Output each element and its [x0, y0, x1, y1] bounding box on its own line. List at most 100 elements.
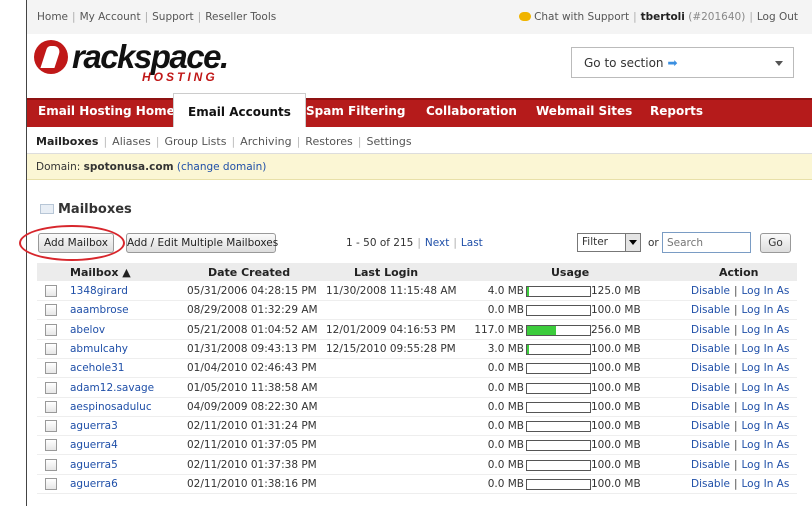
disable-link[interactable]: Disable [691, 304, 730, 316]
go-to-section-select[interactable]: Go to section ➡ [571, 47, 794, 78]
usage-total: 125.0 MB [591, 285, 641, 297]
disable-link[interactable]: Disable [691, 439, 730, 451]
log-in-as-link[interactable]: Log In As [742, 304, 790, 316]
row-checkbox[interactable] [45, 478, 57, 490]
tab-spam-filtering[interactable]: Spam Filtering [306, 104, 405, 118]
col-mailbox-sort[interactable]: Mailbox ▲ [70, 266, 131, 279]
usage-used: 0.0 MB [487, 304, 524, 317]
disable-link[interactable]: Disable [691, 459, 730, 471]
tab-reports[interactable]: Reports [650, 104, 703, 118]
row-checkbox[interactable] [45, 285, 57, 297]
my-account-link[interactable]: My Account [80, 11, 141, 23]
account-id: (#201640) [688, 11, 746, 23]
log-in-as-link[interactable]: Log In As [742, 420, 790, 432]
filter-select[interactable]: Filter [577, 233, 641, 252]
col-action: Action [719, 266, 759, 279]
add-edit-multiple-mailboxes-button[interactable]: Add / Edit Multiple Mailboxes [126, 233, 278, 253]
col-last-login: Last Login [354, 266, 419, 279]
disable-link[interactable]: Disable [691, 420, 730, 432]
domain-bar: Domain: spotonusa.com (change domain) [27, 154, 812, 180]
tab-collaboration[interactable]: Collaboration [426, 104, 517, 118]
logo-subtitle: HOSTING [142, 70, 218, 84]
disable-link[interactable]: Disable [691, 382, 730, 394]
tab-email-hosting-home[interactable]: Email Hosting Home [38, 104, 175, 118]
log-in-as-link[interactable]: Log In As [742, 439, 790, 451]
log-in-as-link[interactable]: Log In As [742, 343, 790, 355]
subnav-settings[interactable]: Settings [367, 135, 412, 148]
date-created: 01/31/2008 09:43:13 PM [187, 342, 317, 355]
row-checkbox[interactable] [45, 458, 57, 471]
page-title: Mailboxes [58, 202, 132, 217]
usage-bar [526, 459, 591, 471]
reseller-tools-link[interactable]: Reseller Tools [205, 11, 276, 23]
disable-link[interactable]: Disable [691, 324, 730, 336]
rackspace-logo[interactable]: rackspace. HOSTING [34, 38, 234, 84]
tab-email-accounts[interactable]: Email Accounts [173, 93, 306, 127]
row-checkbox[interactable] [45, 400, 57, 413]
red-annotation-circle [19, 225, 125, 261]
mailbox-link[interactable]: acehole31 [70, 362, 124, 374]
subnav-mailboxes[interactable]: Mailboxes [36, 135, 98, 148]
usage-bar [526, 382, 591, 394]
support-link[interactable]: Support [152, 11, 194, 23]
log-in-as-link[interactable]: Log In As [742, 478, 790, 490]
usage-bar [526, 440, 591, 452]
mailbox-link[interactable]: adam12.savage [70, 382, 154, 394]
disable-link[interactable]: Disable [691, 362, 730, 374]
row-checkbox[interactable] [45, 439, 57, 452]
mailbox-link[interactable]: aguerra3 [70, 420, 118, 432]
date-created: 08/29/2008 01:32:29 AM [187, 304, 318, 317]
mailbox-link[interactable]: aguerra6 [70, 478, 118, 490]
search-input[interactable] [662, 232, 751, 253]
log-in-as-link[interactable]: Log In As [742, 459, 790, 471]
usage-used: 0.0 MB [487, 458, 524, 471]
subnav-aliases[interactable]: Aliases [112, 135, 151, 148]
chat-support-link[interactable]: Chat with Support [534, 11, 629, 23]
log-in-as-link[interactable]: Log In As [742, 285, 790, 297]
mailbox-link[interactable]: aespinosaduluc [70, 401, 152, 413]
date-created: 05/31/2006 04:28:15 PM [187, 285, 317, 297]
mailbox-link[interactable]: 1348girard [70, 285, 128, 297]
log-in-as-link[interactable]: Log In As [742, 362, 790, 374]
disable-link[interactable]: Disable [691, 343, 730, 355]
usage-bar [526, 479, 591, 490]
page-range: 1 - 50 of 215 [346, 237, 414, 249]
change-domain-link[interactable]: (change domain) [177, 161, 267, 173]
home-link[interactable]: Home [37, 11, 68, 23]
row-checkbox[interactable] [45, 323, 57, 336]
mailbox-link[interactable]: aguerra5 [70, 459, 118, 471]
logout-link[interactable]: Log Out [757, 11, 798, 23]
log-in-as-link[interactable]: Log In As [742, 382, 790, 394]
last-page-link[interactable]: Last [461, 237, 483, 249]
table-row: abmulcahy 01/31/2008 09:43:13 PM 12/15/201… [37, 340, 797, 359]
disable-link[interactable]: Disable [691, 401, 730, 413]
row-checkbox[interactable] [45, 342, 57, 355]
mailbox-link[interactable]: abmulcahy [70, 343, 128, 355]
subnav-archiving[interactable]: Archiving [240, 135, 291, 148]
usage-total: 100.0 MB [591, 439, 641, 452]
disable-link[interactable]: Disable [691, 478, 730, 490]
log-in-as-link[interactable]: Log In As [742, 324, 790, 336]
usage-total: 100.0 MB [591, 420, 641, 433]
mailbox-link[interactable]: abelov [70, 324, 105, 336]
date-created: 01/04/2010 02:46:43 PM [187, 362, 317, 375]
top-right-links: Chat with Support | tbertoli (#201640) | Log… [519, 11, 798, 23]
disable-link[interactable]: Disable [691, 285, 730, 297]
table-row: adam12.savage 01/05/2010 11:38:58 AM 0.0 M… [37, 379, 797, 398]
subnav-restores[interactable]: Restores [305, 135, 352, 148]
row-checkbox[interactable] [45, 362, 57, 375]
row-checkbox[interactable] [45, 304, 57, 317]
mailbox-link[interactable]: aguerra4 [70, 439, 118, 451]
next-page-link[interactable]: Next [425, 237, 449, 249]
mailbox-link[interactable]: aaambrose [70, 304, 129, 316]
row-checkbox[interactable] [45, 381, 57, 394]
tab-webmail-sites[interactable]: Webmail Sites [536, 104, 632, 118]
subnav-group-lists[interactable]: Group Lists [165, 135, 227, 148]
go-button[interactable]: Go [760, 233, 791, 253]
usage-bar [526, 324, 591, 336]
date-created: 04/09/2009 08:22:30 AM [187, 400, 318, 413]
row-checkbox[interactable] [45, 420, 57, 433]
filter-value: Filter [582, 236, 609, 248]
log-in-as-link[interactable]: Log In As [742, 401, 790, 413]
table-row: aaambrose 08/29/2008 01:32:29 AM 0.0 MB 100… [37, 301, 797, 321]
